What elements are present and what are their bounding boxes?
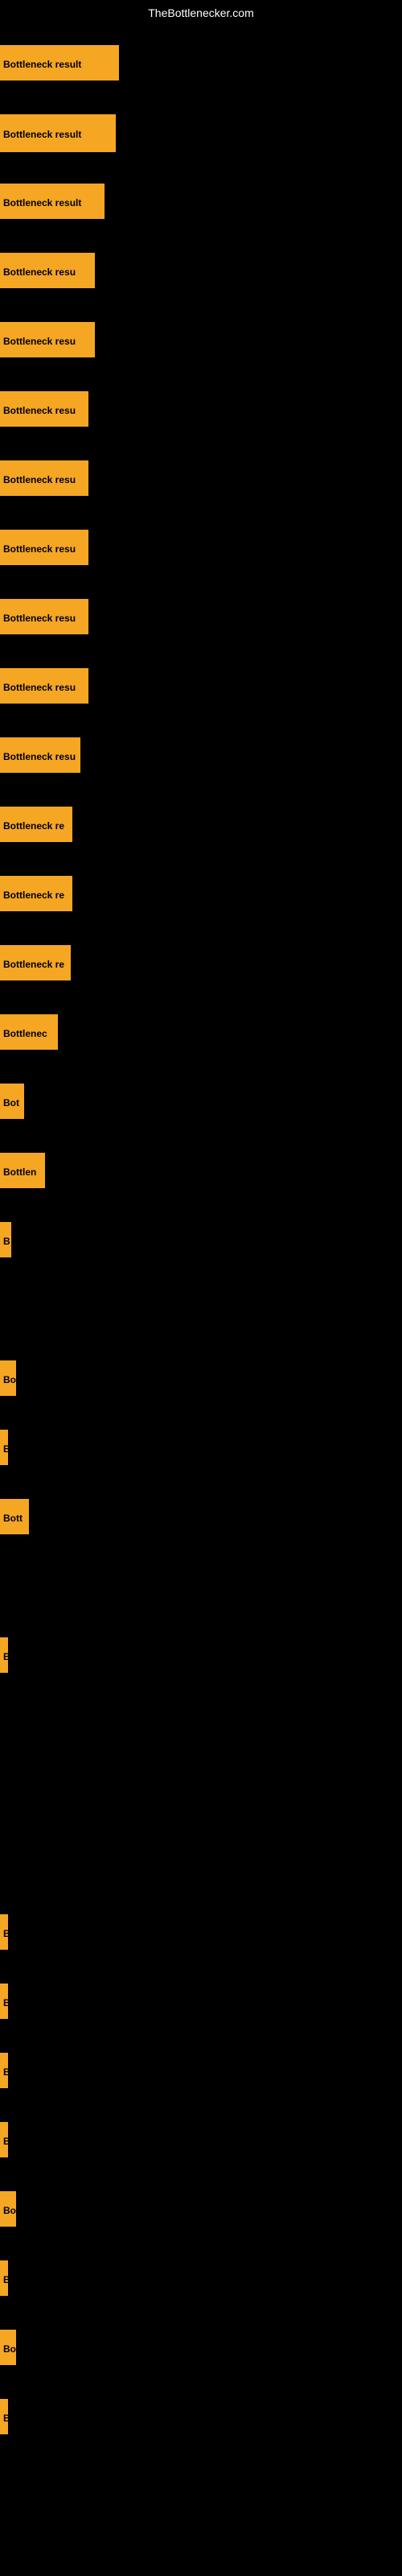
bottleneck-result-label[interactable]: B xyxy=(0,1637,8,1673)
bottleneck-result-label[interactable]: Bo xyxy=(0,2191,16,2227)
bottleneck-result-label[interactable]: Bottleneck re xyxy=(0,945,71,980)
bottleneck-result-label[interactable]: B xyxy=(0,2260,8,2296)
site-title: TheBottlenecker.com xyxy=(0,0,402,23)
bottleneck-result-label[interactable]: B xyxy=(0,1222,11,1257)
bottleneck-result-label[interactable]: Bottleneck resu xyxy=(0,322,95,357)
bottleneck-result-label[interactable]: Bottlen xyxy=(0,1153,45,1188)
bottleneck-result-label[interactable]: Bottleneck result xyxy=(0,45,119,80)
bottleneck-result-label[interactable]: Bot xyxy=(0,1084,24,1119)
bottleneck-result-label[interactable]: B xyxy=(0,1430,8,1465)
bottleneck-result-label[interactable]: Bo xyxy=(0,1360,16,1396)
bottleneck-result-label[interactable]: B xyxy=(0,1914,8,1950)
bottleneck-result-label[interactable]: Bottleneck resu xyxy=(0,460,88,496)
bottleneck-result-label[interactable]: Bottleneck result xyxy=(0,114,116,152)
bottleneck-result-label[interactable]: B xyxy=(0,2122,8,2157)
bottleneck-result-label[interactable]: B xyxy=(0,2399,8,2434)
bottleneck-result-label[interactable]: Bottleneck re xyxy=(0,876,72,911)
bottleneck-result-label[interactable]: Bottlenec xyxy=(0,1014,58,1050)
bottleneck-result-label[interactable]: Bott xyxy=(0,1499,29,1534)
bottleneck-result-label[interactable]: Bottleneck result xyxy=(0,184,105,219)
bottleneck-result-label[interactable]: B xyxy=(0,1984,8,2019)
bottleneck-result-label[interactable]: Bottleneck resu xyxy=(0,599,88,634)
bottleneck-result-label[interactable]: Bo xyxy=(0,2330,16,2365)
bottleneck-result-label[interactable]: Bottleneck resu xyxy=(0,253,95,288)
bottleneck-result-label[interactable]: Bottleneck resu xyxy=(0,737,80,773)
bottleneck-result-label[interactable]: B xyxy=(0,2053,8,2088)
bottleneck-result-label[interactable]: Bottleneck resu xyxy=(0,391,88,427)
bottleneck-result-label[interactable]: Bottleneck resu xyxy=(0,668,88,704)
bottleneck-result-label[interactable]: Bottleneck re xyxy=(0,807,72,842)
bottleneck-result-label[interactable]: Bottleneck resu xyxy=(0,530,88,565)
